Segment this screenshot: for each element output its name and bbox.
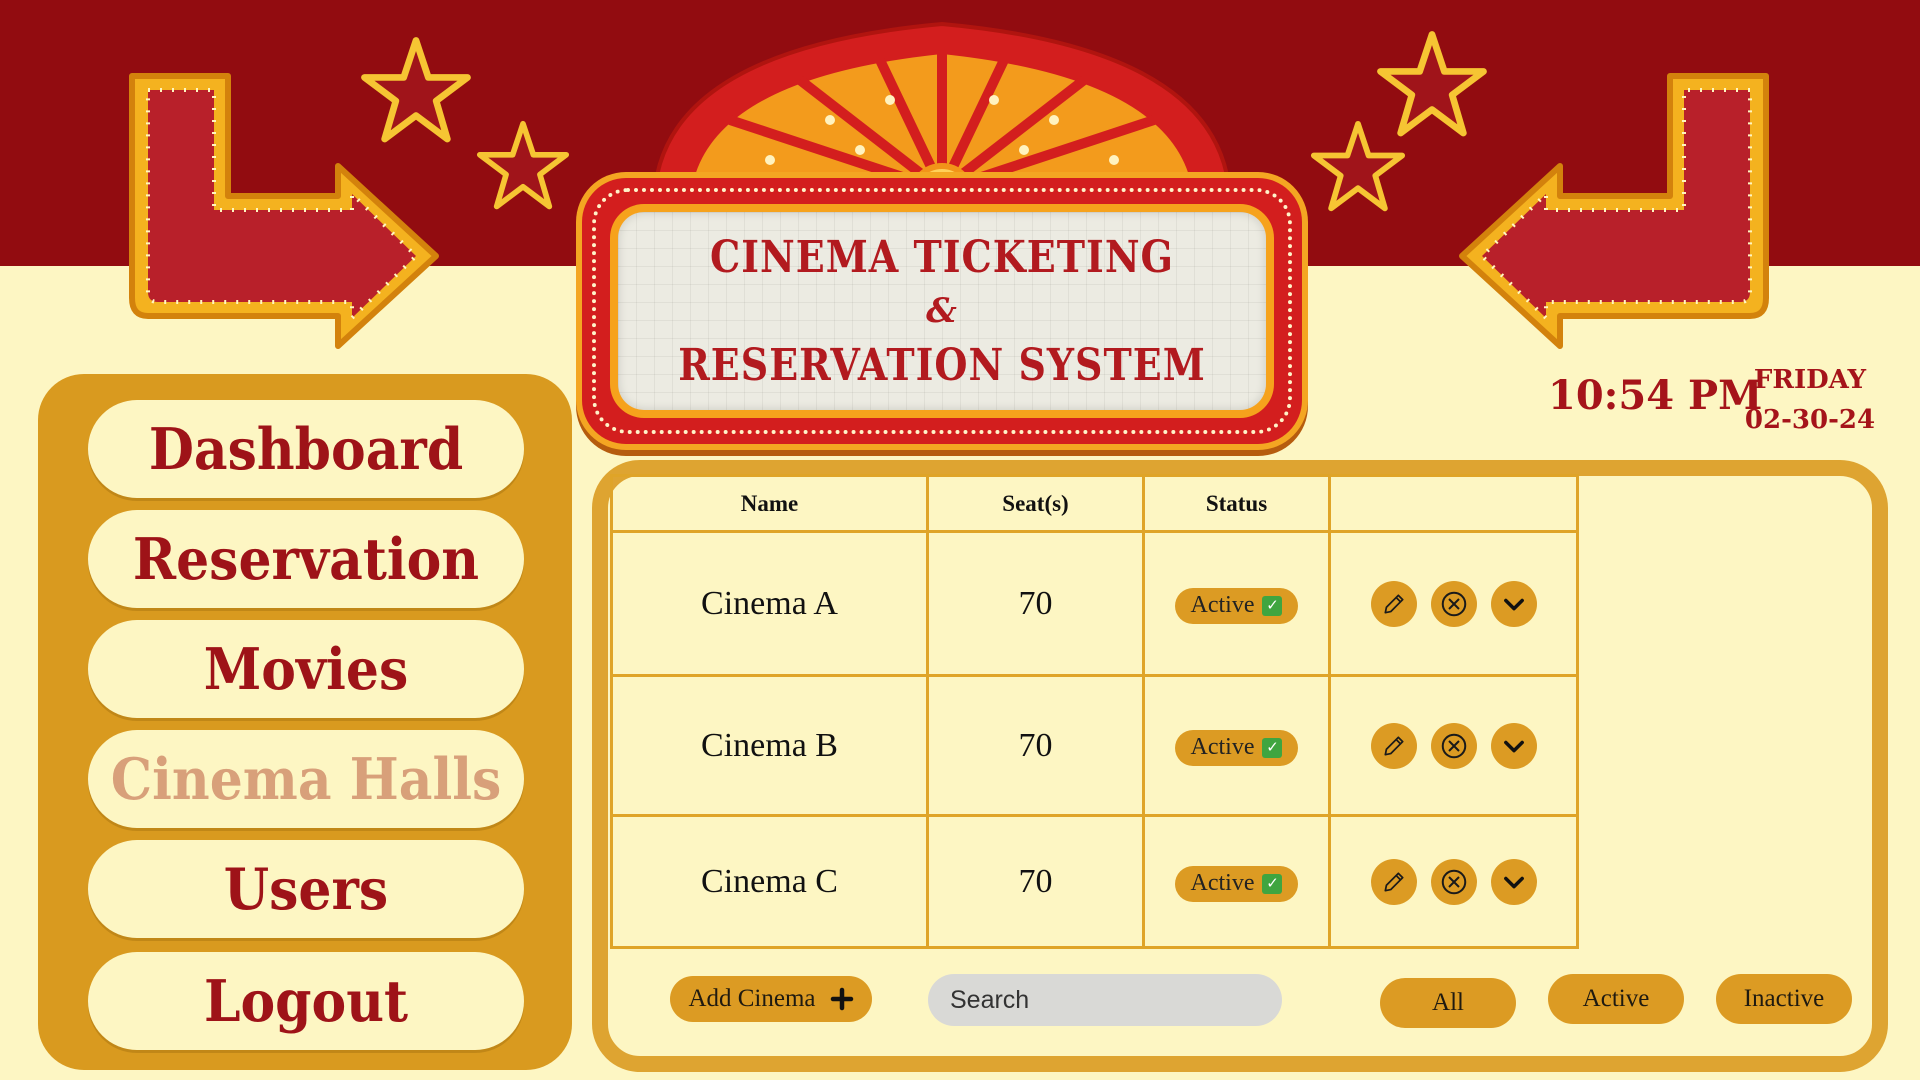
current-time: 10:54 PM: [1548, 372, 1763, 419]
seat-count-cell: 70: [926, 814, 1145, 949]
sidebar-item-movies[interactable]: Movies: [88, 620, 524, 718]
sidebar-item-label: Reservation: [132, 525, 480, 593]
marquee-title-board: CINEMA TICKETING & RESERVATION SYSTEM: [582, 178, 1302, 444]
plus-icon: [830, 987, 853, 1011]
search-box[interactable]: [928, 974, 1282, 1026]
actions-cell: [1328, 530, 1579, 677]
sidebar: Dashboard Reservation Movies Cinema Hall…: [38, 374, 572, 1070]
cinema-halls-table: Name Seat(s) Status Cinema A 70 Active ✓: [610, 474, 1579, 949]
status-badge: Active ✓: [1174, 865, 1299, 902]
current-day: FRIDAY: [1753, 365, 1867, 395]
column-header-status: Status: [1142, 474, 1331, 533]
sidebar-item-users[interactable]: Users: [88, 840, 524, 938]
chevron-down-icon: [1503, 876, 1524, 888]
edit-button[interactable]: [1370, 722, 1417, 769]
sidebar-item-logout[interactable]: Logout: [88, 952, 524, 1050]
close-circle-icon: [1441, 591, 1466, 616]
app-title-line2: RESERVATION SYSTEM: [678, 338, 1206, 391]
current-date: 02-30-24: [1744, 405, 1876, 435]
sidebar-item-label: Cinema Halls: [110, 745, 502, 813]
cinema-name-cell: Cinema B: [610, 674, 929, 817]
table-header-row: Name Seat(s) Status: [610, 474, 1579, 533]
filter-all-label: All: [1432, 989, 1464, 1016]
check-box-icon: ✓: [1262, 873, 1283, 894]
filter-all-button[interactable]: All: [1380, 978, 1516, 1028]
filter-inactive-label: Inactive: [1743, 985, 1825, 1012]
search-input[interactable]: [950, 985, 1272, 1015]
expand-button[interactable]: [1490, 722, 1537, 769]
app-title-ampersand: &: [926, 291, 958, 331]
status-badge: Active ✓: [1174, 587, 1299, 624]
app-title-line1: CINEMA TICKETING: [709, 230, 1175, 283]
filter-inactive-button[interactable]: Inactive: [1716, 974, 1852, 1024]
column-header-name: Name: [610, 474, 929, 533]
column-header-actions: [1328, 474, 1579, 533]
seat-count-cell: 70: [926, 674, 1145, 817]
sidebar-item-label: Logout: [203, 967, 409, 1035]
sidebar-item-reservation[interactable]: Reservation: [88, 510, 524, 608]
filter-active-button[interactable]: Active: [1548, 974, 1684, 1024]
column-header-seats: Seat(s): [926, 474, 1145, 533]
date-block: FRIDAY 02-30-24: [1740, 360, 1880, 440]
close-circle-icon: [1441, 869, 1466, 894]
expand-button[interactable]: [1490, 580, 1537, 627]
expand-button[interactable]: [1490, 858, 1537, 905]
delete-button[interactable]: [1430, 858, 1477, 905]
check-box-icon: ✓: [1262, 595, 1283, 616]
sidebar-item-dashboard[interactable]: Dashboard: [88, 400, 524, 498]
filter-active-label: Active: [1582, 985, 1650, 1012]
marquee-screen: CINEMA TICKETING & RESERVATION SYSTEM: [618, 212, 1266, 410]
star-icon: [476, 120, 570, 210]
pencil-icon: [1383, 735, 1404, 756]
cinema-name-cell: Cinema A: [610, 530, 929, 677]
close-circle-icon: [1441, 733, 1466, 758]
pencil-icon: [1383, 593, 1404, 614]
status-cell: Active ✓: [1142, 530, 1331, 677]
chevron-down-icon: [1503, 740, 1524, 752]
chevron-down-icon: [1503, 598, 1524, 610]
edit-button[interactable]: [1370, 858, 1417, 905]
star-icon: [1310, 120, 1406, 212]
sidebar-item-label: Users: [223, 855, 389, 923]
check-box-icon: ✓: [1262, 737, 1283, 758]
sidebar-item-cinema-halls[interactable]: Cinema Halls: [88, 730, 524, 828]
cinema-name-cell: Cinema C: [610, 814, 929, 949]
status-label: Active: [1190, 592, 1255, 619]
pencil-icon: [1383, 871, 1404, 892]
delete-button[interactable]: [1430, 580, 1477, 627]
table-row: Cinema A 70 Active ✓: [610, 530, 1579, 677]
status-badge: Active ✓: [1174, 729, 1299, 766]
table-row: Cinema B 70 Active ✓: [610, 674, 1579, 817]
star-icon: [361, 37, 471, 143]
status-label: Active: [1190, 734, 1255, 761]
status-cell: Active ✓: [1142, 814, 1331, 949]
status-cell: Active ✓: [1142, 674, 1331, 817]
add-cinema-label: Add Cinema: [688, 985, 816, 1012]
sidebar-item-label: Movies: [203, 635, 409, 703]
sidebar-item-label: Dashboard: [148, 415, 464, 483]
status-label: Active: [1190, 870, 1255, 897]
add-cinema-button[interactable]: Add Cinema: [670, 976, 872, 1022]
actions-cell: [1328, 674, 1579, 817]
seat-count-cell: 70: [926, 530, 1145, 677]
edit-button[interactable]: [1370, 580, 1417, 627]
delete-button[interactable]: [1430, 722, 1477, 769]
actions-cell: [1328, 814, 1579, 949]
right-arrow-sign-icon: [1459, 73, 1769, 349]
table-row: Cinema C 70 Active ✓: [610, 814, 1579, 949]
